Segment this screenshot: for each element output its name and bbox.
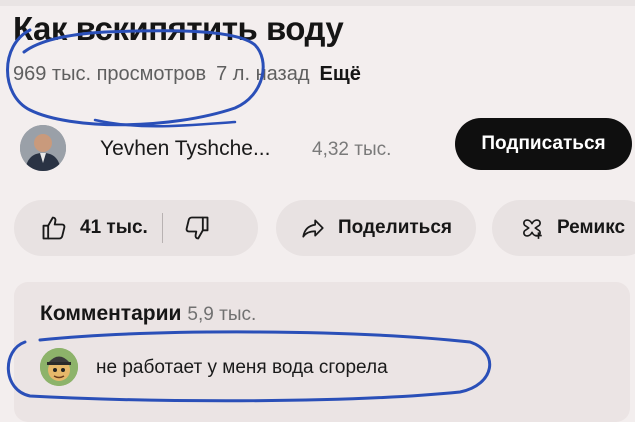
share-arrow-icon: [300, 215, 326, 241]
top-strip: [0, 0, 635, 6]
like-button[interactable]: 41 тыс.: [14, 200, 162, 256]
share-label: Поделиться: [337, 217, 453, 238]
comments-header: Комментарии 5,9 тыс.: [40, 302, 256, 326]
remix-label: Ремикс: [556, 217, 626, 238]
upload-age: 7 л. назад: [216, 63, 310, 85]
channel-avatar[interactable]: [20, 125, 66, 171]
video-meta[interactable]: 969 тыс. просмотров 7 л. назад Ещё: [13, 63, 361, 86]
channel-name[interactable]: Yevhen Tyshche...: [100, 137, 270, 161]
dislike-button[interactable]: [163, 200, 211, 256]
subscriber-count: 4,32 тыс.: [312, 139, 392, 160]
video-title: Как вскипятить воду: [13, 10, 344, 47]
comments-title: Комментарии: [40, 302, 182, 325]
view-count: 969 тыс. просмотров: [13, 63, 207, 85]
more-link[interactable]: Ещё: [320, 63, 361, 85]
remix-button[interactable]: Ремикс: [492, 200, 635, 256]
like-dislike-group: 41 тыс.: [14, 200, 258, 256]
share-button[interactable]: Поделиться: [276, 200, 476, 256]
comment-text: не работает у меня вода сгорела: [96, 357, 388, 378]
thumbs-down-icon: [183, 214, 211, 242]
like-count: 41 тыс.: [80, 217, 148, 238]
action-bar: 41 тыс. Поделиться Ремикс: [14, 200, 635, 256]
subscribe-button[interactable]: Подписаться: [455, 118, 632, 170]
comments-section[interactable]: Комментарии 5,9 тыс. не работает у меня в…: [14, 282, 630, 422]
thumbs-up-icon: [40, 214, 68, 242]
top-comment[interactable]: не работает у меня вода сгорела: [40, 348, 600, 388]
commenter-avatar: [40, 348, 78, 386]
remix-icon: [519, 215, 545, 241]
channel-row: Yevhen Tyshche... 4,32 тыс. Подписаться: [20, 118, 632, 171]
comments-count: 5,9 тыс.: [187, 304, 257, 325]
